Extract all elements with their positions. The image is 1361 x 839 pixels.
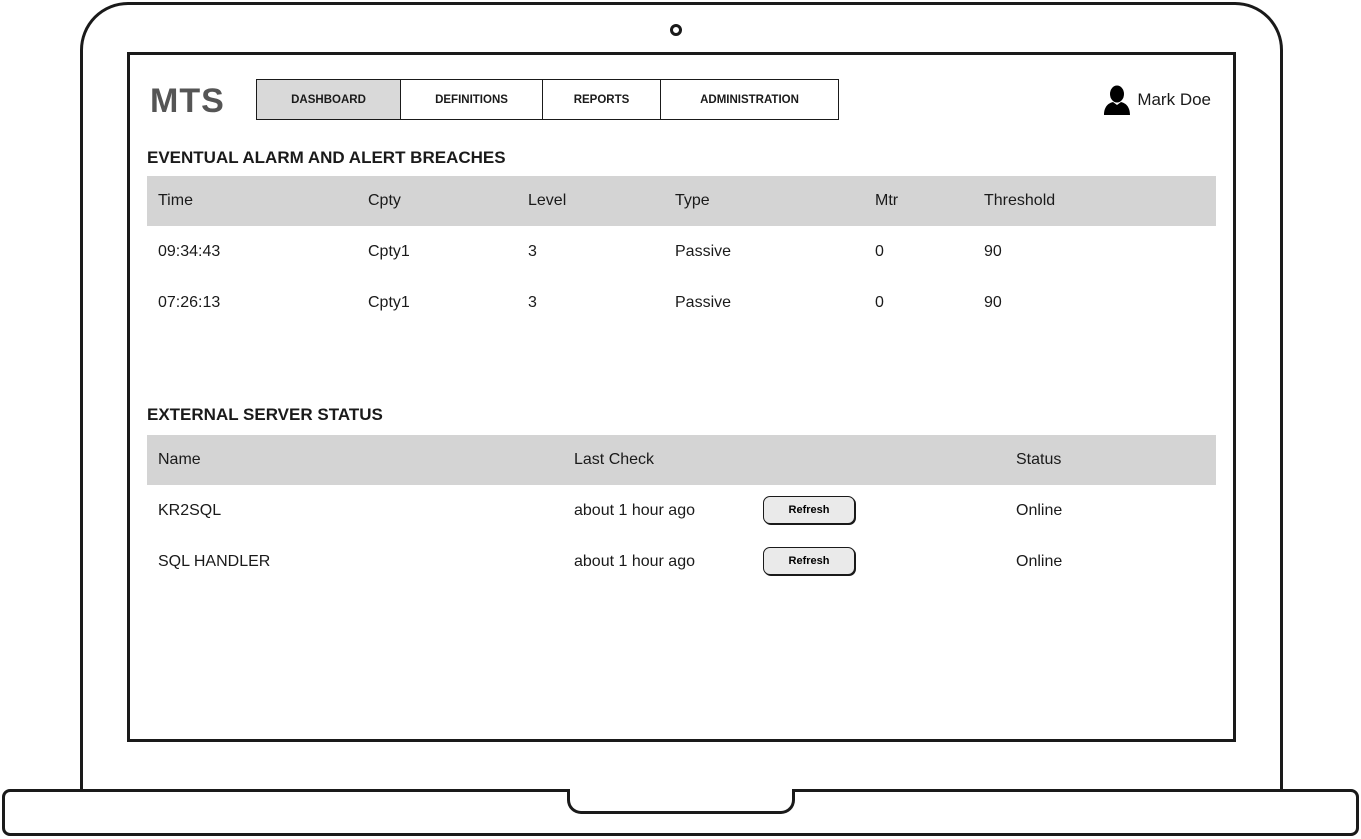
cell-level: 3 bbox=[528, 293, 537, 311]
column-header-time: Time bbox=[158, 192, 193, 209]
column-header-last-check: Last Check bbox=[574, 451, 655, 468]
app-logo: MTS bbox=[150, 82, 225, 120]
user-name: Mark Doe bbox=[1137, 90, 1211, 109]
user-menu[interactable]: Mark Doe bbox=[1103, 85, 1211, 115]
cell-time: 07:26:13 bbox=[158, 293, 221, 311]
cell-cpty: Cpty1 bbox=[368, 242, 410, 260]
column-header-cpty: Cpty bbox=[368, 192, 401, 209]
alarms-table: Time Cpty Level Type Mtr Threshold 09:34… bbox=[147, 176, 1216, 328]
cell-mtr: 0 bbox=[875, 293, 884, 311]
cell-time: 09:34:43 bbox=[158, 242, 221, 260]
main-nav: DASHBOARD DEFINITIONS REPORTS ADMINISTRA… bbox=[256, 79, 839, 120]
servers-table: Name Last Check Status KR2SQL about 1 ho… bbox=[147, 435, 1216, 587]
column-header-type: Type bbox=[675, 192, 710, 209]
cell-server-name: KR2SQL bbox=[158, 501, 222, 519]
table-row: SQL HANDLER about 1 hour ago Refresh Onl… bbox=[147, 536, 1216, 587]
laptop-notch bbox=[567, 789, 795, 814]
camera-icon bbox=[670, 24, 682, 36]
cell-status: Online bbox=[1016, 501, 1063, 519]
refresh-button[interactable]: Refresh bbox=[763, 547, 855, 575]
cell-server-name: SQL HANDLER bbox=[158, 552, 271, 570]
cell-mtr: 0 bbox=[875, 242, 884, 260]
column-header-name: Name bbox=[158, 451, 201, 468]
table-row: 09:34:43 Cpty1 3 Passive 0 90 bbox=[147, 226, 1216, 277]
table-row: 07:26:13 Cpty1 3 Passive 0 90 bbox=[147, 277, 1216, 328]
screen: MTS DASHBOARD DEFINITIONS REPORTS ADMINI… bbox=[127, 52, 1236, 742]
column-header-status: Status bbox=[1016, 451, 1062, 468]
cell-level: 3 bbox=[528, 242, 537, 260]
cell-threshold: 90 bbox=[984, 293, 1002, 311]
cell-cpty: Cpty1 bbox=[368, 293, 410, 311]
table-row: KR2SQL about 1 hour ago Refresh Online bbox=[147, 485, 1216, 536]
refresh-button[interactable]: Refresh bbox=[763, 496, 855, 524]
alarms-table-header: Time Cpty Level Type Mtr Threshold bbox=[147, 176, 1216, 226]
cell-last-check: about 1 hour ago bbox=[574, 552, 695, 570]
column-header-mtr: Mtr bbox=[875, 192, 899, 209]
column-header-threshold: Threshold bbox=[984, 192, 1056, 209]
cell-type: Passive bbox=[675, 293, 732, 311]
tab-dashboard[interactable]: DASHBOARD bbox=[256, 79, 401, 120]
user-icon bbox=[1104, 85, 1131, 115]
servers-section-title: EXTERNAL SERVER STATUS bbox=[147, 405, 383, 424]
alarms-section-title: EVENTUAL ALARM AND ALERT BREACHES bbox=[147, 148, 506, 167]
cell-threshold: 90 bbox=[984, 242, 1002, 260]
tab-administration[interactable]: ADMINISTRATION bbox=[660, 79, 839, 120]
tab-definitions[interactable]: DEFINITIONS bbox=[400, 79, 543, 120]
column-header-level: Level bbox=[528, 192, 567, 209]
cell-type: Passive bbox=[675, 242, 732, 260]
cell-last-check: about 1 hour ago bbox=[574, 501, 695, 519]
servers-table-header: Name Last Check Status bbox=[147, 435, 1216, 485]
tab-reports[interactable]: REPORTS bbox=[542, 79, 661, 120]
cell-status: Online bbox=[1016, 552, 1063, 570]
